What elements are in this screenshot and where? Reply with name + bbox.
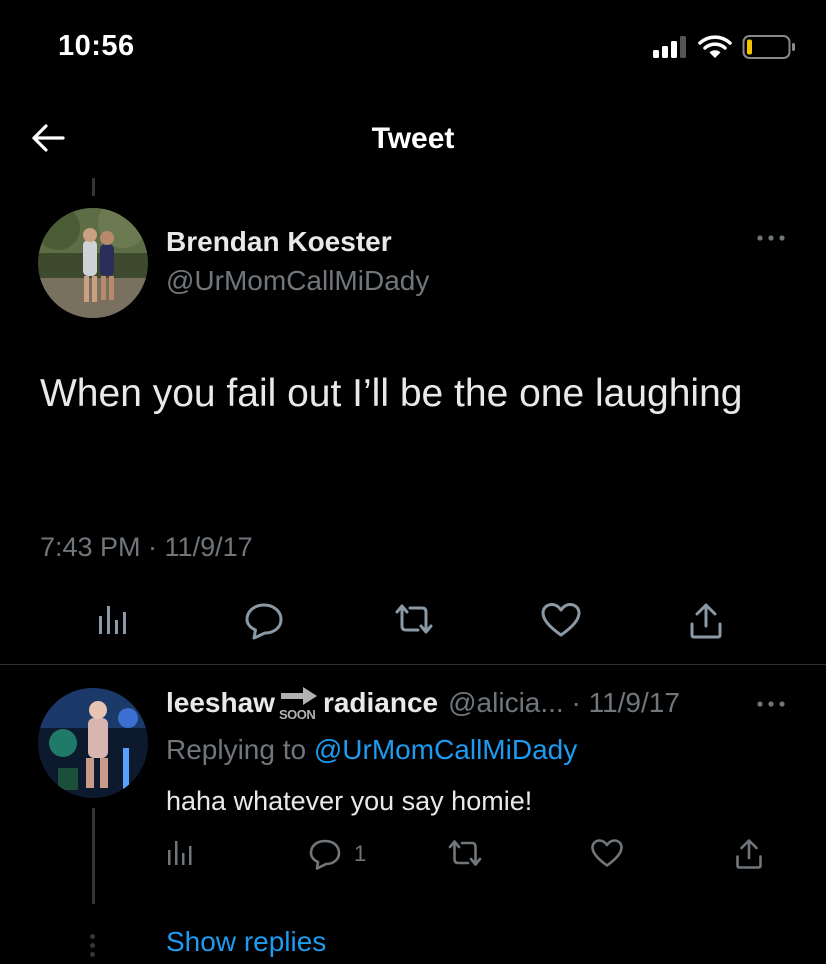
status-time: 10:56 <box>58 30 135 62</box>
author-avatar[interactable] <box>38 208 148 318</box>
more-horizontal-icon <box>757 701 785 707</box>
replying-to-label: Replying to <box>166 734 314 765</box>
thread-ellipsis-dots <box>90 934 95 957</box>
replying-to-mention[interactable]: @UrMomCallMiDady <box>314 734 577 765</box>
reply-author-name-part2[interactable]: radiance <box>323 687 438 719</box>
heart-icon <box>541 603 581 637</box>
reply-more-options-button[interactable] <box>756 696 786 714</box>
reply-analytics-button[interactable] <box>166 838 196 866</box>
avatar-photo <box>38 208 148 318</box>
reply-author-avatar[interactable] <box>38 688 148 798</box>
battery-icon <box>742 35 795 59</box>
divider <box>0 664 826 665</box>
analytics-icon <box>168 841 192 865</box>
thread-connector-line <box>92 178 95 196</box>
reply-retweet-button[interactable] <box>446 838 484 868</box>
author-name[interactable]: Brendan Koester <box>166 226 392 258</box>
reply-text: haha whatever you say homie! <box>166 786 533 816</box>
thread-connector-line <box>92 808 95 904</box>
show-replies-link[interactable]: Show replies <box>166 926 326 958</box>
share-button[interactable] <box>688 602 724 640</box>
avatar-photo <box>38 688 148 798</box>
soon-badge-text: SOON <box>278 707 316 722</box>
reply-like-button[interactable] <box>590 838 624 868</box>
right-arrow-icon <box>280 687 317 705</box>
cellular-signal-icon <box>653 36 686 58</box>
like-button[interactable] <box>540 602 582 638</box>
soon-arrow-badge: SOON <box>277 686 321 722</box>
wifi-icon <box>698 35 732 58</box>
reply-button[interactable] <box>244 602 284 640</box>
reply-count: 1 <box>354 841 367 866</box>
reply-bubble-icon <box>245 603 283 640</box>
more-horizontal-icon <box>757 235 785 241</box>
replying-to: Replying to @UrMomCallMiDady <box>166 734 577 766</box>
tweet-text: When you fail out I’ll be the one laughi… <box>40 372 743 415</box>
retweet-button[interactable] <box>392 602 436 636</box>
share-icon <box>690 603 722 639</box>
author-handle[interactable]: @UrMomCallMiDady <box>166 265 429 297</box>
reply-header: leeshaw SOON radiance @alicia... · 11/9/… <box>166 686 680 722</box>
header: Tweet <box>0 100 826 175</box>
reply-author-name-part1[interactable]: leeshaw <box>166 687 275 719</box>
reply-share-button[interactable] <box>734 838 764 870</box>
status-icons <box>652 34 796 60</box>
tweet-timestamp[interactable]: 7:43 PM · 11/9/17 <box>40 532 253 563</box>
analytics-icon <box>99 606 126 634</box>
tweet-action-bar <box>0 602 826 652</box>
reply-bubble-icon <box>309 839 341 870</box>
status-bar: 10:56 <box>0 0 826 95</box>
reply-action-bar: 1 <box>0 838 826 878</box>
analytics-button[interactable] <box>96 602 132 636</box>
page-title: Tweet <box>371 122 455 155</box>
retweet-icon <box>448 840 482 866</box>
reply-reply-button[interactable]: 1 <box>308 838 366 870</box>
heart-icon <box>591 839 623 867</box>
share-icon <box>736 839 762 869</box>
retweet-icon <box>395 604 433 634</box>
reply-handle-date[interactable]: @alicia... · 11/9/17 <box>448 687 680 719</box>
more-options-button[interactable] <box>756 230 786 248</box>
